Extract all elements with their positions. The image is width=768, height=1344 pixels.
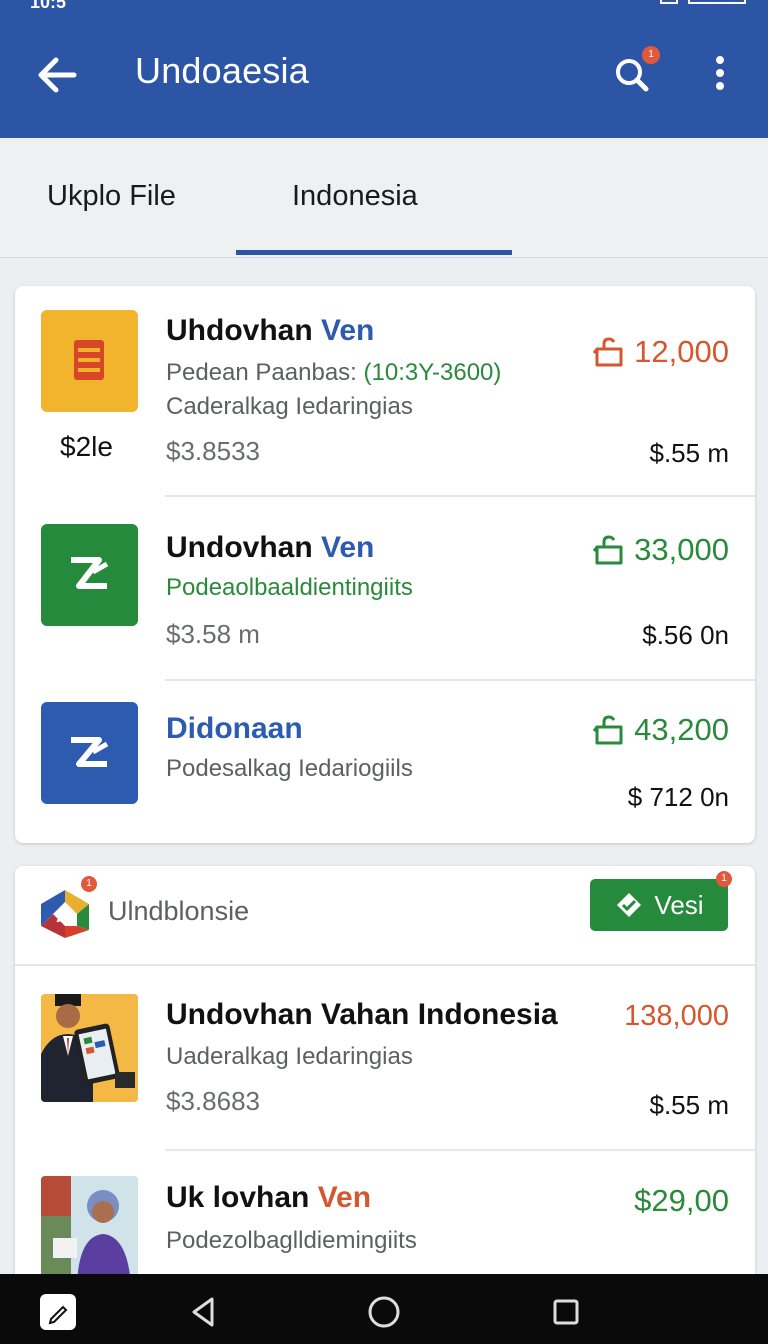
- shopping-bag-icon: [592, 715, 623, 745]
- vesi-label: Vesi: [654, 889, 704, 920]
- item-sub-amount: $.56 0n: [642, 620, 729, 650]
- battery-icon: [688, 0, 746, 4]
- item-title: Undovhan Ven: [166, 531, 375, 564]
- item-amount: 138,000: [624, 1000, 729, 1032]
- square-recents-icon: [553, 1299, 579, 1325]
- product-photo: [41, 1176, 138, 1284]
- status-time: 10:5: [30, 0, 67, 12]
- edit-icon: [71, 557, 109, 589]
- vesi-button[interactable]: Vesi 1: [590, 871, 732, 931]
- circle-home-icon: [368, 1296, 400, 1328]
- item-price: $3.8533: [166, 436, 260, 466]
- tab-indonesia[interactable]: Indonesia: [292, 180, 418, 213]
- notification-badge: 1: [642, 46, 660, 64]
- divider: [165, 1149, 755, 1151]
- item-amount: 43,200: [592, 712, 729, 748]
- tab-bar: Ukplo File Indonesia: [0, 138, 768, 258]
- list-item[interactable]: Uk lovhan Ven Podezolbaglldiemingiits $2…: [15, 1152, 755, 1286]
- notification-badge: 1: [716, 871, 732, 887]
- product-photo: [41, 994, 138, 1102]
- item-title: Uk lovhan Ven: [166, 1181, 372, 1214]
- item-sub-amount: $.55 m: [649, 1090, 730, 1120]
- item-subtitle: Podesalkag Iedariogiils: [166, 755, 413, 782]
- brand-header: A 1 Ulndblonsie Vesi 1: [15, 866, 755, 966]
- item-price: $3.58 m: [166, 619, 260, 649]
- brand-logo-icon: A: [41, 890, 89, 938]
- back-arrow-icon: [38, 57, 77, 93]
- item-subtitle: Pedean Paanbas: (10:3Y-3600): [166, 359, 502, 386]
- list-item[interactable]: Undovhan Ven Podeaolbaaldientingiits $3.…: [15, 498, 755, 680]
- item-amount: 33,000: [592, 532, 729, 568]
- status-bar: 10:5: [0, 0, 768, 14]
- item-sub-amount: $ 712 0n: [627, 782, 729, 812]
- overflow-menu-button[interactable]: [700, 50, 740, 100]
- item-sub-amount: $.55 m: [649, 438, 730, 468]
- diamond-icon: [617, 893, 642, 917]
- shopping-bag-icon: [592, 535, 623, 565]
- status-icons: [660, 0, 746, 4]
- item-title: Didonaan: [166, 712, 303, 745]
- edit-shortcut-button[interactable]: [38, 1292, 78, 1332]
- list-item[interactable]: $2le Uhdovhan Ven Pedean Paanbas: (10:3Y…: [15, 286, 755, 496]
- item-subtitle: Uaderalkag Iedaringias: [166, 1043, 413, 1070]
- edit-icon: [40, 1294, 76, 1330]
- item-price: $3.8683: [166, 1086, 260, 1116]
- item-subtitle: Podeaolbaaldientingiits: [166, 574, 413, 601]
- book-icon: [74, 340, 104, 380]
- nav-home-button[interactable]: [364, 1292, 404, 1332]
- brand-name: Ulndblonsie: [108, 896, 250, 926]
- listing-card: $2le Uhdovhan Ven Pedean Paanbas: (10:3Y…: [15, 286, 755, 843]
- search-button[interactable]: 1: [608, 46, 660, 102]
- item-side-price: $2le: [60, 431, 113, 462]
- triangle-back-icon: [192, 1297, 214, 1327]
- person-portrait-image: [41, 1176, 138, 1284]
- item-title: Uhdovhan Ven: [166, 314, 375, 347]
- tab-ukplo-file[interactable]: Ukplo File: [47, 180, 176, 213]
- logo-letter: A: [56, 905, 70, 927]
- page-title: Undoaesia: [135, 50, 309, 91]
- item-title: Undovhan Vahan Indonesia: [166, 998, 558, 1031]
- active-tab-indicator: [236, 250, 512, 255]
- edit-icon: [71, 737, 109, 767]
- item-description: Caderalkag Iedaringias: [166, 393, 413, 420]
- shopping-bag-icon: [592, 337, 623, 367]
- divider: [165, 495, 755, 497]
- brand-logo[interactable]: A 1: [37, 876, 97, 942]
- system-nav-bar: [0, 1274, 768, 1344]
- app-icon: [41, 310, 138, 412]
- app-bar: Undoaesia 1: [0, 14, 768, 138]
- nav-recents-button[interactable]: [546, 1292, 586, 1332]
- list-item[interactable]: Undovhan Vahan Indonesia Uaderalkag Ieda…: [15, 968, 755, 1148]
- signal-icon: [660, 0, 678, 4]
- person-with-tablet-image: [41, 994, 138, 1102]
- nav-back-button[interactable]: [184, 1292, 224, 1332]
- brand-card: A 1 Ulndblonsie Vesi 1 Undovhan Vahan In…: [15, 866, 755, 1286]
- list-item[interactable]: Didonaan Podesalkag Iedariogiils 43,200 …: [15, 682, 755, 842]
- back-button[interactable]: [30, 48, 84, 102]
- app-icon: [41, 702, 138, 804]
- item-amount: $29,00: [634, 1183, 729, 1218]
- more-vert-icon: [716, 56, 724, 90]
- item-subtitle: Podezolbaglldiemingiits: [166, 1227, 417, 1254]
- app-icon: [41, 524, 138, 626]
- notification-badge: 1: [81, 876, 97, 892]
- item-amount: 12,000: [592, 334, 729, 370]
- divider: [165, 679, 755, 681]
